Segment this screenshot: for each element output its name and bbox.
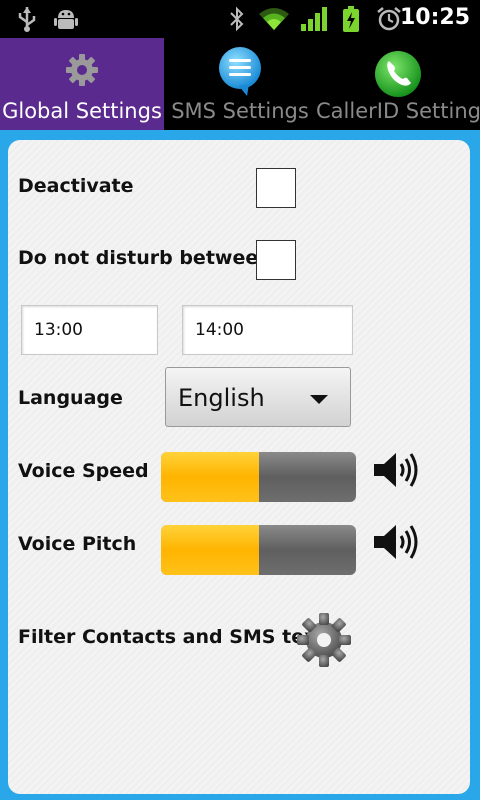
gear-icon: [66, 54, 98, 86]
do-not-disturb-checkbox[interactable]: [256, 240, 296, 280]
deactivate-label: Deactivate: [18, 175, 134, 197]
alarm-icon: [377, 7, 401, 31]
filter-settings-gear-icon[interactable]: [296, 612, 352, 668]
voice-pitch-speaker-icon[interactable]: [372, 522, 422, 562]
tab-label: Global Settings: [2, 99, 162, 123]
filter-contacts-label: Filter Contacts and SMS text: [18, 626, 326, 648]
sms-bubble-icon: [219, 47, 261, 96]
status-bar: 10:25: [0, 0, 480, 38]
dnd-start-time-field[interactable]: 13:00: [21, 305, 158, 355]
deactivate-checkbox[interactable]: [256, 168, 296, 208]
voice-speed-label: Voice Speed: [18, 460, 149, 482]
phone-icon: [375, 51, 421, 97]
voice-speed-speaker-icon[interactable]: [372, 450, 422, 490]
voice-pitch-label: Voice Pitch: [18, 533, 137, 555]
tab-callerid-settings[interactable]: CallerID Settings: [316, 38, 480, 130]
voice-speed-thumb-track: [161, 452, 356, 502]
clock: 10:25: [399, 5, 470, 30]
tab-bar: Global Settings SMS Settings CallerID Se…: [0, 38, 480, 130]
language-label: Language: [18, 387, 123, 409]
battery-icon: [343, 6, 359, 32]
tab-label: CallerID Settings: [316, 99, 480, 123]
bluetooth-icon: [230, 6, 244, 32]
dropdown-arrow-icon: [310, 395, 328, 404]
do-not-disturb-label: Do not disturb between: [18, 247, 272, 269]
dnd-end-time-field[interactable]: 14:00: [182, 305, 353, 355]
voice-pitch-thumb-track: [161, 525, 356, 575]
signal-icon: [301, 7, 327, 31]
tab-label: SMS Settings: [171, 99, 309, 123]
wifi-icon: [259, 8, 289, 30]
usb-icon: [18, 7, 36, 32]
language-dropdown[interactable]: English: [165, 367, 351, 427]
tab-sms-settings[interactable]: SMS Settings: [164, 38, 316, 130]
android-debug-icon: [54, 10, 78, 29]
language-value: English: [178, 384, 265, 412]
tab-global-settings[interactable]: Global Settings: [0, 38, 164, 130]
